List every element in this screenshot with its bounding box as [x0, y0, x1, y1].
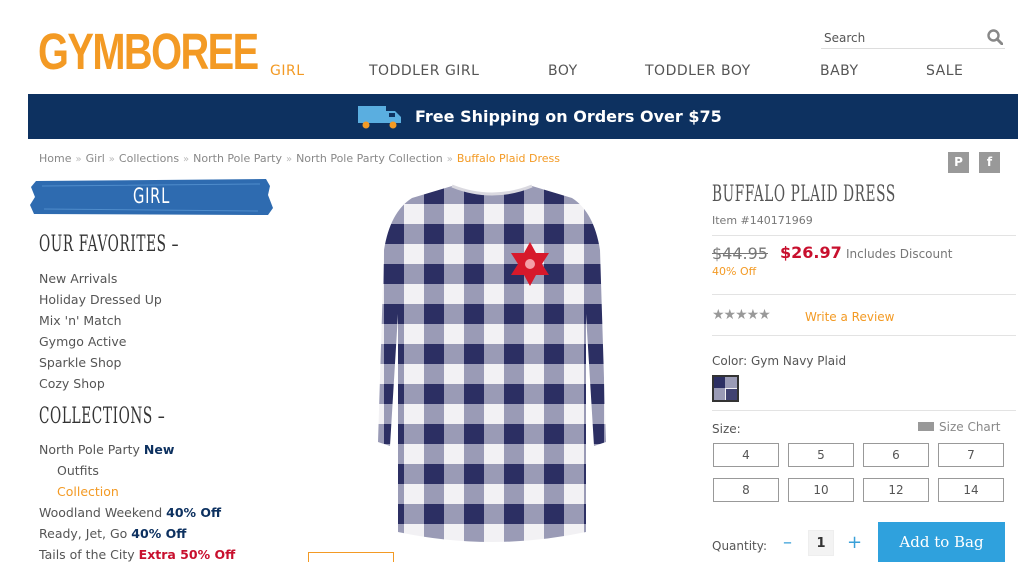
discount-badge: Extra 50% Off [138, 547, 236, 562]
breadcrumb-north-pole-party[interactable]: North Pole Party [193, 152, 282, 165]
breadcrumb-girl[interactable]: Girl [86, 152, 105, 165]
write-review-link[interactable]: Write a Review [805, 310, 894, 324]
facebook-icon[interactable]: f [979, 152, 1000, 173]
sidebar-link-gymgo-active[interactable]: Gymgo Active [39, 334, 126, 349]
sidebar-link-new-arrivals[interactable]: New Arrivals [39, 271, 117, 286]
sidebar-link-ready-jet-go[interactable]: Ready, Jet, Go 40% Off [39, 526, 186, 541]
breadcrumb-separator: » [108, 154, 115, 165]
quantity-decrease-button[interactable]: – [783, 532, 792, 553]
add-to-bag-button[interactable]: Add to Bag [878, 522, 1005, 562]
product-thumbnail[interactable] [308, 552, 394, 562]
nav-boy[interactable]: BOY [548, 63, 578, 79]
quantity-label: Quantity: [712, 539, 768, 553]
truck-icon [358, 106, 401, 129]
discount-badge: 40% Off [166, 505, 222, 520]
quantity-increase-button[interactable]: + [847, 532, 862, 553]
sidebar-link-mix-n-match[interactable]: Mix 'n' Match [39, 313, 122, 328]
breadcrumb-separator: » [446, 154, 453, 165]
size-option-7[interactable]: 7 [938, 443, 1004, 467]
size-option-6[interactable]: 6 [863, 443, 929, 467]
search-box[interactable] [821, 27, 1005, 49]
size-chart-label: Size Chart [939, 420, 1001, 434]
quantity-input[interactable]: 1 [808, 530, 834, 556]
ruler-icon [918, 422, 934, 431]
color-swatch-navy-plaid[interactable] [712, 375, 739, 402]
sidebar-link-north-pole-party[interactable]: North Pole Party New [39, 442, 174, 457]
girl-category-banner: GIRL [30, 178, 273, 216]
nav-sale[interactable]: SALE [926, 63, 963, 79]
divider [712, 410, 1016, 411]
our-favorites-heading: OUR FAVORITES – [39, 232, 180, 257]
sidebar-link-sparkle-shop[interactable]: Sparkle Shop [39, 355, 121, 370]
product-title: BUFFALO PLAID DRESS [712, 182, 896, 207]
original-price: $44.95 [712, 244, 768, 263]
size-option-12[interactable]: 12 [863, 478, 929, 502]
nav-toddler-boy[interactable]: TODDLER BOY [645, 63, 751, 79]
breadcrumb: Home» Girl» Collections» North Pole Party» N… [39, 152, 560, 165]
collection-label: North Pole Party [39, 442, 140, 457]
nav-baby[interactable]: BABY [820, 63, 859, 79]
rating-stars: ★★★★★ [712, 307, 771, 323]
pinterest-icon[interactable]: P [948, 152, 969, 173]
sale-price: $26.97 [780, 243, 842, 262]
collection-label: Ready, Jet, Go [39, 526, 128, 541]
size-chart-link[interactable]: Size Chart [918, 420, 1000, 434]
divider [712, 294, 1016, 295]
divider [712, 235, 1016, 236]
discount-note: Includes Discount [846, 247, 953, 261]
sidebar-link-outfits[interactable]: Outfits [57, 463, 99, 478]
size-option-5[interactable]: 5 [788, 443, 854, 467]
breadcrumb-current: Buffalo Plaid Dress [456, 152, 560, 165]
nav-toddler-girl[interactable]: TODDLER GIRL [369, 63, 479, 79]
breadcrumb-collections[interactable]: Collections [119, 152, 179, 165]
size-option-4[interactable]: 4 [713, 443, 779, 467]
main-nav: GIRL TODDLER GIRL BOY TODDLER BOY BABY S… [0, 63, 1021, 81]
item-number: Item #140171969 [712, 214, 813, 227]
breadcrumb-north-pole-party-collection[interactable]: North Pole Party Collection [296, 152, 443, 165]
size-option-10[interactable]: 10 [788, 478, 854, 502]
percent-off: 40% Off [712, 265, 757, 278]
sidebar-link-collection[interactable]: Collection [57, 484, 119, 499]
search-icon[interactable] [987, 29, 1003, 45]
girl-banner-label: GIRL [133, 184, 170, 208]
divider [712, 335, 1016, 336]
sidebar-link-woodland-weekend[interactable]: Woodland Weekend 40% Off [39, 505, 221, 520]
plaid-swatch-icon [714, 377, 737, 400]
breadcrumb-separator: » [75, 154, 82, 165]
discount-badge: 40% Off [131, 526, 187, 541]
size-label: Size: [712, 422, 741, 436]
sidebar-link-tails-of-the-city[interactable]: Tails of the City Extra 50% Off [39, 547, 235, 562]
product-image[interactable] [372, 180, 612, 550]
breadcrumb-home[interactable]: Home [39, 152, 71, 165]
sidebar-link-holiday-dressed-up[interactable]: Holiday Dressed Up [39, 292, 162, 307]
collections-heading: COLLECTIONS – [39, 404, 166, 429]
nav-girl[interactable]: GIRL [270, 63, 305, 79]
search-input[interactable] [821, 28, 981, 48]
collection-label: Woodland Weekend [39, 505, 163, 520]
sidebar-link-cozy-shop[interactable]: Cozy Shop [39, 376, 105, 391]
free-shipping-banner[interactable]: Free Shipping on Orders Over $75 [28, 94, 1018, 139]
size-option-14[interactable]: 14 [938, 478, 1004, 502]
color-label: Color: Gym Navy Plaid [712, 354, 847, 368]
collection-label: Tails of the City [39, 547, 135, 562]
size-option-8[interactable]: 8 [713, 478, 779, 502]
breadcrumb-separator: » [285, 154, 293, 165]
new-badge: New [143, 442, 175, 457]
breadcrumb-separator: » [183, 154, 190, 165]
free-shipping-text: Free Shipping on Orders Over $75 [415, 107, 722, 126]
